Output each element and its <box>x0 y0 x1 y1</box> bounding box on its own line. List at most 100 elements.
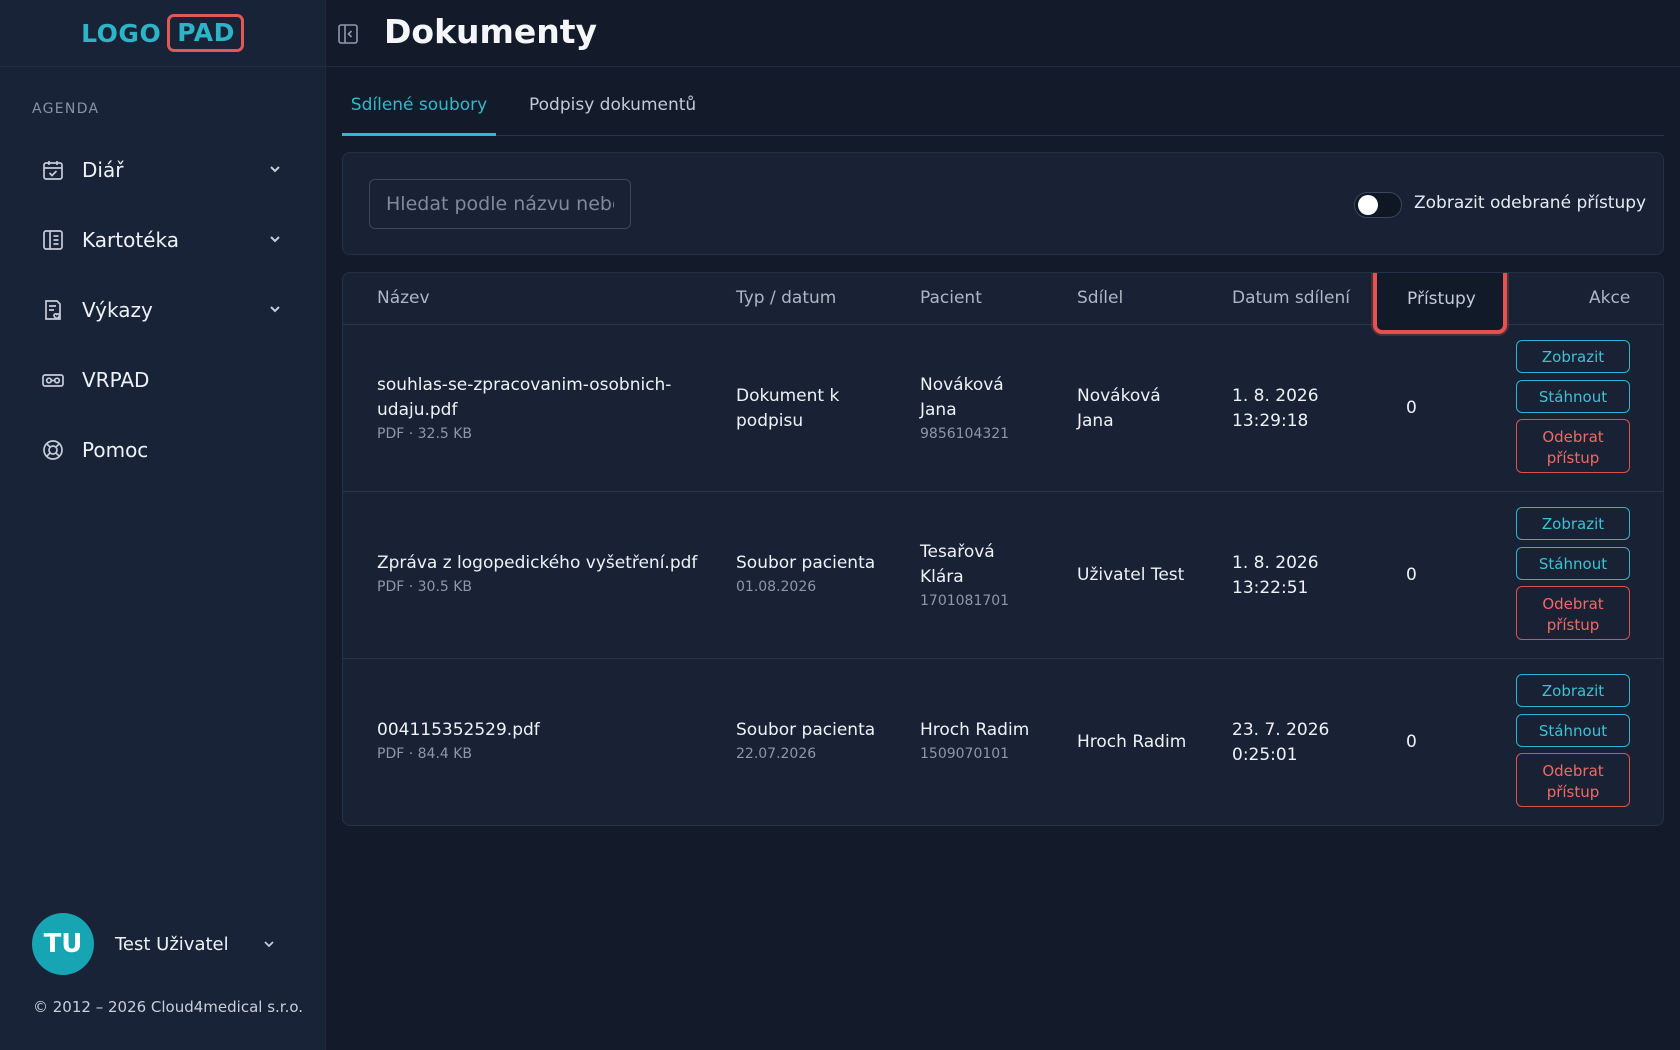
file-name-cell[interactable]: souhlas-se-zpracovanim-osobnich- udaju.p… <box>377 373 671 445</box>
patient-cell: Nováková Jana 9856104321 <box>920 373 1009 445</box>
type-cell: Soubor pacienta 22.07.2026 <box>736 718 875 765</box>
revoke-label: Odebrat <box>1542 595 1604 613</box>
chevron-down-icon <box>270 236 280 243</box>
file-name-cell[interactable]: 004115352529.pdf PDF · 84.4 KB <box>377 718 540 765</box>
doc-type-cont: podpisu <box>736 411 804 431</box>
access-count: 0 <box>1406 732 1417 752</box>
chevron-down-icon <box>264 941 274 948</box>
shared-files-table: Název Typ / datum Pacient Sdílel Datum s… <box>342 272 1664 826</box>
patient-cell: Hroch Radim 1509070101 <box>920 718 1029 765</box>
type-cell: Dokument k podpisu <box>736 384 839 434</box>
vr-headset-icon <box>40 367 66 393</box>
tabs: Sdílené soubory Podpisy dokumentů <box>342 90 1664 136</box>
sidebar-item-label: VRPAD <box>82 368 150 392</box>
sidebar-item-kartoteka[interactable]: Kartotéka <box>0 205 326 275</box>
patient-id: 9856104321 <box>920 426 1010 442</box>
sidebar-item-vrpad[interactable]: VRPAD <box>0 345 326 415</box>
shared-by-cell: Nováková Jana <box>1077 384 1161 434</box>
file-name: souhlas-se-zpracovanim-osobnich- <box>377 375 672 395</box>
file-meta: PDF · 84.4 KB <box>377 746 473 762</box>
revoke-label-cont: přístup <box>1546 616 1600 634</box>
revoke-access-button[interactable]: Odebrat přístup <box>1516 753 1630 807</box>
doc-type: Soubor pacienta <box>736 553 876 573</box>
download-button[interactable]: Stáhnout <box>1516 714 1630 747</box>
patient-cell: Tesařová Klára 1701081701 <box>920 540 1009 612</box>
tab-shared-files[interactable]: Sdílené soubory <box>342 90 496 136</box>
logo-text: LOGO <box>81 18 162 48</box>
sidebar-item-diar[interactable]: Diář <box>0 135 326 205</box>
logo-pad-badge: PAD <box>167 14 244 52</box>
file-name: 004115352529.pdf <box>377 720 540 740</box>
chevron-down-icon <box>270 166 280 173</box>
filter-card: Zobrazit odebrané přístupy <box>342 152 1664 255</box>
column-header-access: Přístupy <box>1407 289 1476 309</box>
revoke-access-button[interactable]: Odebrat přístup <box>1516 586 1630 640</box>
shared-by-cont: Jana <box>1077 411 1114 431</box>
patient-name-cont: Klára <box>920 567 964 587</box>
shared-by: Uživatel Test <box>1077 565 1185 585</box>
chevron-down-icon <box>270 306 280 313</box>
patient-name: Hroch Radim <box>920 720 1030 740</box>
patient-name: Nováková <box>920 375 1004 395</box>
file-name-cell[interactable]: Zpráva z logopedického vyšetření.pdf PDF… <box>377 551 697 598</box>
patient-name: Tesařová <box>920 542 995 562</box>
shared-date: 23. 7. 2026 <box>1232 720 1330 740</box>
column-header-patient[interactable]: Pacient <box>920 288 982 308</box>
section-label: AGENDA <box>32 101 100 117</box>
sidebar-item-label: Pomoc <box>82 438 149 462</box>
card-index-icon <box>40 227 66 253</box>
page-title: Dokumenty <box>384 12 598 51</box>
copyright: © 2012 – 2026 Cloud4medical s.r.o. <box>33 998 304 1016</box>
file-meta: PDF · 30.5 KB <box>377 579 473 595</box>
user-menu[interactable]: TU Test Uživatel <box>32 912 292 976</box>
sidebar: LOGO PAD AGENDA Diář Kartotéka Výkazy VR… <box>0 0 326 1050</box>
view-button[interactable]: Zobrazit <box>1516 340 1630 373</box>
shared-by: Hroch Radim <box>1077 732 1187 752</box>
logo-bar: LOGO PAD <box>0 0 325 67</box>
column-header-name[interactable]: Název <box>377 288 430 308</box>
column-header-shared-date[interactable]: Datum sdílení <box>1232 288 1350 308</box>
shared-by-cell: Hroch Radim <box>1077 730 1186 755</box>
sidebar-item-vykazy[interactable]: Výkazy <box>0 275 326 345</box>
logo[interactable]: LOGO PAD <box>81 14 244 52</box>
collapse-sidebar-icon[interactable] <box>336 22 360 46</box>
search-input[interactable] <box>369 179 631 229</box>
calendar-icon <box>40 157 66 183</box>
header: Dokumenty <box>326 0 1680 67</box>
download-button[interactable]: Stáhnout <box>1516 380 1630 413</box>
shared-date-cell: 23. 7. 2026 0:25:01 <box>1232 718 1329 768</box>
file-name: Zpráva z logopedického vyšetření.pdf <box>377 553 698 573</box>
toggle-knob <box>1358 195 1378 215</box>
view-button[interactable]: Zobrazit <box>1516 674 1630 707</box>
tab-document-signatures[interactable]: Podpisy dokumentů <box>529 90 696 136</box>
doc-type: Dokument k <box>736 386 840 406</box>
download-button[interactable]: Stáhnout <box>1516 547 1630 580</box>
table-row: 004115352529.pdf PDF · 84.4 KB Soubor pa… <box>343 659 1663 825</box>
user-name: Test Uživatel <box>115 933 229 955</box>
column-header-actions: Akce <box>1589 288 1631 308</box>
shared-date: 1. 8. 2026 <box>1232 553 1319 573</box>
app: LOGO PAD AGENDA Diář Kartotéka Výkazy VR… <box>0 0 1680 1050</box>
type-cell: Soubor pacienta 01.08.2026 <box>736 551 875 598</box>
column-header-type-date[interactable]: Typ / datum <box>736 288 836 308</box>
revoke-access-button[interactable]: Odebrat přístup <box>1516 419 1630 473</box>
revoke-label-cont: přístup <box>1546 783 1600 801</box>
column-header-shared-by[interactable]: Sdílel <box>1077 288 1123 308</box>
shared-date: 1. 8. 2026 <box>1232 386 1319 406</box>
patient-id: 1701081701 <box>920 593 1010 609</box>
sidebar-item-pomoc[interactable]: Pomoc <box>0 415 326 485</box>
sidebar-item-label: Diář <box>82 158 124 182</box>
sidebar-item-label: Kartotéka <box>82 228 179 252</box>
patient-name-cont: Jana <box>920 400 957 420</box>
view-button[interactable]: Zobrazit <box>1516 507 1630 540</box>
access-count: 0 <box>1406 398 1417 418</box>
show-revoked-toggle[interactable] <box>1354 192 1402 218</box>
revoke-label: Odebrat <box>1542 428 1604 446</box>
shared-by: Nováková <box>1077 386 1161 406</box>
revoke-label: Odebrat <box>1542 762 1604 780</box>
table-row: souhlas-se-zpracovanim-osobnich- udaju.p… <box>343 325 1663 492</box>
table-row: Zpráva z logopedického vyšetření.pdf PDF… <box>343 492 1663 659</box>
shared-date-cell: 1. 8. 2026 13:22:51 <box>1232 551 1319 601</box>
access-count: 0 <box>1406 565 1417 585</box>
sidebar-nav: Diář Kartotéka Výkazy VRPAD Pomoc <box>0 135 326 485</box>
